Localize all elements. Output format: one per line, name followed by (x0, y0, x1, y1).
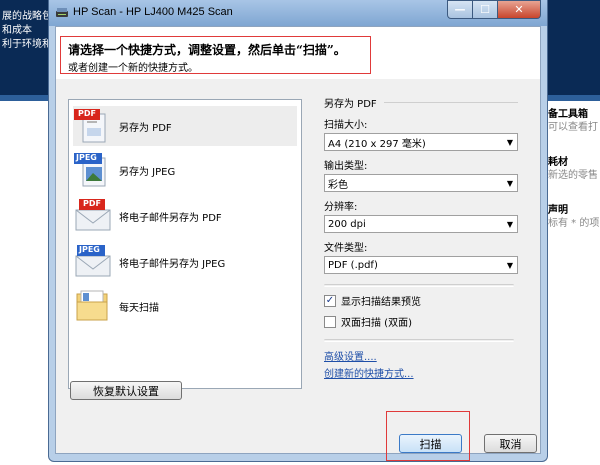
shortcut-email-jpeg[interactable]: JPEG 将电子邮件另存为 JPEG (73, 242, 297, 282)
chevron-down-icon: ▼ (506, 260, 514, 270)
dialog-client-area: 请选择一个快捷方式，调整设置，然后单击“扫描”。 或者创建一个新的快捷方式。 P… (55, 26, 541, 461)
background-line: 利于环境和 (2, 39, 52, 50)
preview-checkbox[interactable]: ✓ (324, 294, 336, 307)
output-type-select[interactable]: 彩色 ▼ (324, 174, 518, 192)
cancel-button[interactable]: 取消 (484, 434, 537, 453)
settings-divider (324, 284, 514, 287)
folder-icon (73, 288, 113, 324)
create-shortcut-link[interactable]: 创建新的快捷方式... (324, 365, 534, 380)
background-item-title[interactable]: 声明 (548, 204, 600, 217)
settings-panel: 另存为 PDF 扫描大小: A4 (210 x 297 毫米) ▼ 输出类型: … (324, 95, 534, 380)
hp-scan-window: HP Scan - HP LJ400 M425 Scan — ☐ ✕ 请选择一个… (48, 0, 548, 462)
background-left-text: 展的战略包 和成本 利于环境和 (2, 10, 52, 52)
window-controls: — ☐ ✕ (447, 0, 541, 19)
shortcut-badge: JPEG (76, 153, 97, 162)
scanner-app-icon (56, 8, 68, 17)
shortcut-label: 将电子邮件另存为 JPEG (119, 258, 226, 270)
scan-size-select[interactable]: A4 (210 x 297 毫米) ▼ (324, 133, 518, 151)
duplex-label: 双面扫描 (双面) (341, 318, 412, 329)
background-item-title[interactable]: 备工具箱 (548, 108, 600, 121)
background-item-title[interactable]: 耗材 (548, 156, 600, 169)
window-title: HP Scan - HP LJ400 M425 Scan (73, 6, 233, 18)
shortcut-label: 另存为 PDF (119, 122, 172, 134)
shortcut-save-pdf[interactable]: PDF 另存为 PDF (73, 106, 297, 146)
background-line: 和成本 (2, 25, 32, 36)
shortcut-label: 将电子邮件另存为 PDF (119, 212, 222, 224)
duplex-checkbox[interactable] (324, 315, 336, 328)
pdf-envelope-icon: PDF (73, 198, 113, 234)
scan-size-label: 扫描大小: (324, 120, 368, 131)
file-type-select[interactable]: PDF (.pdf) ▼ (324, 256, 518, 274)
shortcut-label: 另存为 JPEG (119, 166, 176, 178)
preview-label: 显示扫描结果预览 (341, 297, 421, 308)
minimize-button[interactable]: — (447, 0, 473, 19)
background-line: 展的战略包 (2, 11, 52, 22)
background-item-sub: 可以查看打 (548, 122, 598, 133)
background-item-sub: 新选的零售 (548, 170, 598, 181)
scan-button[interactable]: 扫描 (399, 434, 462, 453)
shortcut-label: 每天扫描 (119, 302, 159, 314)
preview-checkbox-row[interactable]: ✓ 显示扫描结果预览 (324, 293, 534, 308)
shortcut-save-jpeg[interactable]: JPEG 另存为 JPEG (73, 150, 297, 190)
output-type-label: 输出类型: (324, 161, 368, 172)
duplex-checkbox-row[interactable]: 双面扫描 (双面) (324, 314, 534, 329)
background-right-panel: 备工具箱 可以查看打 耗材 新选的零售 声明 标有 * 的项 (548, 108, 600, 252)
maximize-button[interactable]: ☐ (473, 0, 498, 19)
resolution-select[interactable]: 200 dpi ▼ (324, 215, 518, 233)
restore-defaults-button[interactable]: 恢复默认设置 (70, 381, 182, 400)
chevron-down-icon: ▼ (506, 219, 514, 229)
shortcut-badge: JPEG (79, 245, 100, 254)
jpeg-envelope-icon: JPEG (73, 244, 113, 280)
settings-section-title: 另存为 PDF (324, 95, 534, 110)
resolution-value: 200 dpi (328, 218, 366, 230)
close-button[interactable]: ✕ (498, 0, 541, 19)
pdf-document-icon: PDF (73, 108, 113, 144)
advanced-settings-link[interactable]: 高级设置.... (324, 348, 534, 363)
instruction-header: 请选择一个快捷方式，调整设置，然后单击“扫描”。 或者创建一个新的快捷方式。 (56, 27, 540, 79)
scan-size-value: A4 (210 x 297 毫米) (328, 138, 426, 150)
file-type-label: 文件类型: (324, 243, 368, 254)
instruction-subtext: 或者创建一个新的快捷方式。 (68, 63, 198, 74)
shortcut-daily-scan[interactable]: 每天扫描 (73, 286, 297, 326)
shortcut-badge: PDF (78, 109, 96, 118)
file-type-value: PDF (.pdf) (328, 259, 378, 271)
settings-divider (324, 339, 514, 342)
resolution-label: 分辨率: (324, 202, 358, 213)
chevron-down-icon: ▼ (506, 178, 514, 188)
title-bar[interactable]: HP Scan - HP LJ400 M425 Scan — ☐ ✕ (49, 0, 547, 26)
instruction-text: 请选择一个快捷方式，调整设置，然后单击“扫描”。 (68, 43, 346, 57)
chevron-down-icon: ▼ (506, 137, 514, 147)
shortcut-email-pdf[interactable]: PDF 将电子邮件另存为 PDF (73, 196, 297, 236)
shortcut-list[interactable]: PDF 另存为 PDF JPEG 另存为 JPEG PDF 将电子邮件另存为 P… (68, 99, 302, 389)
shortcut-badge: PDF (83, 199, 101, 208)
jpeg-document-icon: JPEG (73, 152, 113, 188)
background-item-sub: 标有 * 的项 (548, 218, 600, 229)
output-type-value: 彩色 (328, 179, 348, 191)
